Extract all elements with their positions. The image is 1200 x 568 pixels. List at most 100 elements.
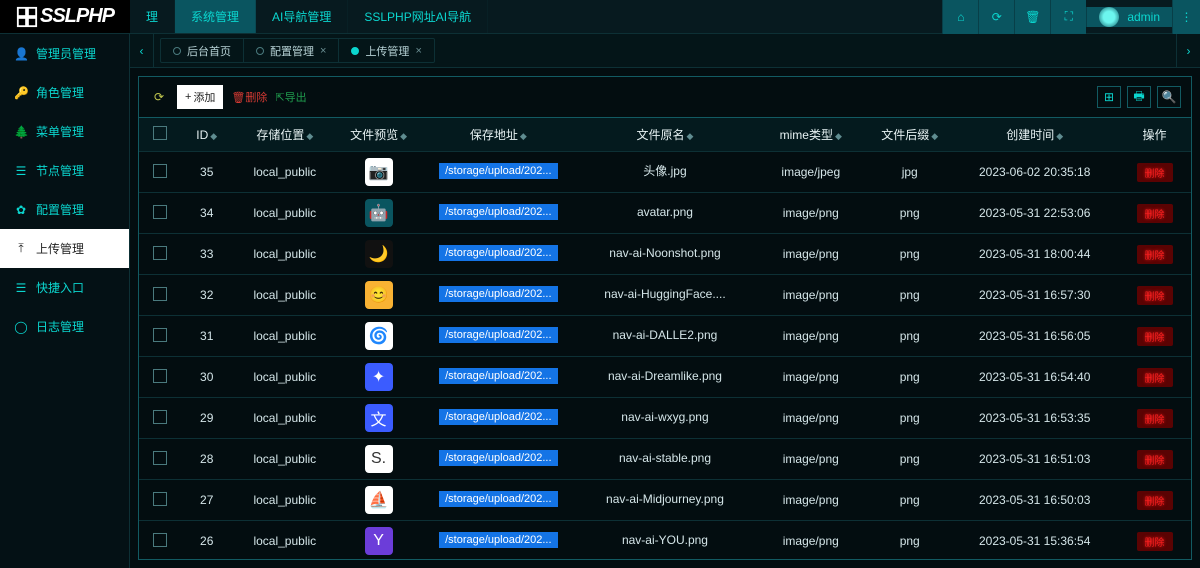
- row-delete-button[interactable]: 删除: [1137, 532, 1173, 551]
- cell-path[interactable]: /storage/upload/202...: [420, 521, 576, 560]
- user-avatar[interactable]: admin: [1086, 7, 1172, 27]
- logo[interactable]: SSLPHP: [0, 0, 130, 33]
- refresh-icon[interactable]: ⟳: [978, 0, 1014, 34]
- cell-filename: avatar.png: [576, 193, 753, 234]
- cell-location: local_public: [233, 398, 337, 439]
- table: ID◆ 存储位置◆ 文件预览◆ 保存地址◆ 文件原名◆ mime类型◆ 文件后缀…: [139, 117, 1191, 559]
- cell-ext: png: [868, 234, 951, 275]
- cell-ext: png: [868, 439, 951, 480]
- cell-path[interactable]: /storage/upload/202...: [420, 152, 576, 193]
- tab[interactable]: 后台首页: [161, 39, 244, 62]
- cell-path[interactable]: /storage/upload/202...: [420, 193, 576, 234]
- tab[interactable]: 上传管理×: [339, 39, 433, 62]
- cell-path[interactable]: /storage/upload/202...: [420, 398, 576, 439]
- top-nav-item[interactable]: SSLPHP网址AI导航: [348, 0, 488, 33]
- cell-preview[interactable]: 文: [337, 398, 420, 439]
- sidebar-item[interactable]: ☰节点管理: [0, 151, 129, 190]
- cell-preview[interactable]: ⛵: [337, 480, 420, 521]
- sidebar-item[interactable]: ☰快捷入口: [0, 268, 129, 307]
- col-path[interactable]: 保存地址◆: [420, 118, 576, 152]
- row-checkbox[interactable]: [153, 328, 167, 342]
- col-location[interactable]: 存储位置◆: [233, 118, 337, 152]
- col-created[interactable]: 创建时间◆: [951, 118, 1118, 152]
- row-delete-button[interactable]: 删除: [1137, 204, 1173, 223]
- close-icon[interactable]: ×: [415, 45, 421, 57]
- row-delete-button[interactable]: 删除: [1137, 245, 1173, 264]
- cell-preview[interactable]: ✦: [337, 357, 420, 398]
- row-delete-button[interactable]: 删除: [1137, 491, 1173, 510]
- cell-mime: image/jpeg: [754, 152, 869, 193]
- col-ext[interactable]: 文件后缀◆: [868, 118, 951, 152]
- cell-location: local_public: [233, 521, 337, 560]
- row-checkbox[interactable]: [153, 369, 167, 383]
- close-icon[interactable]: ×: [320, 45, 326, 57]
- sort-icon: ◆: [931, 131, 938, 141]
- top-nav-item[interactable]: AI导航管理: [256, 0, 348, 33]
- select-all-checkbox[interactable]: [153, 126, 167, 140]
- top-nav-item[interactable]: 系统管理: [175, 0, 256, 33]
- export-button[interactable]: ⇱导出: [275, 89, 306, 105]
- row-delete-button[interactable]: 删除: [1137, 409, 1173, 428]
- more-icon[interactable]: ⋮: [1172, 0, 1200, 34]
- row-delete-button[interactable]: 删除: [1137, 450, 1173, 469]
- top-nav-title[interactable]: 理: [130, 0, 175, 33]
- row-delete-button[interactable]: 删除: [1137, 327, 1173, 346]
- columns-icon[interactable]: ⊞: [1097, 86, 1121, 108]
- sort-icon: ◆: [835, 131, 842, 141]
- clear-icon[interactable]: 🗑: [1014, 0, 1050, 34]
- sidebar-item[interactable]: 🌲菜单管理: [0, 112, 129, 151]
- cell-id: 27: [181, 480, 233, 521]
- cell-preview[interactable]: 📷: [337, 152, 420, 193]
- row-checkbox[interactable]: [153, 410, 167, 424]
- cell-preview[interactable]: Y: [337, 521, 420, 560]
- print-icon[interactable]: 🖶: [1127, 86, 1151, 108]
- row-checkbox[interactable]: [153, 246, 167, 260]
- cell-path[interactable]: /storage/upload/202...: [420, 234, 576, 275]
- search-icon[interactable]: 🔍: [1157, 86, 1181, 108]
- tabs-prev-icon[interactable]: ‹: [130, 34, 154, 67]
- cell-preview[interactable]: 😊: [337, 275, 420, 316]
- toolbar-refresh-icon[interactable]: ⟳: [149, 87, 169, 107]
- col-preview[interactable]: 文件预览◆: [337, 118, 420, 152]
- row-checkbox[interactable]: [153, 287, 167, 301]
- row-delete-button[interactable]: 删除: [1137, 286, 1173, 305]
- cell-path[interactable]: /storage/upload/202...: [420, 357, 576, 398]
- batch-delete-button[interactable]: 🗑删除: [231, 89, 267, 105]
- row-checkbox[interactable]: [153, 164, 167, 178]
- col-mime[interactable]: mime类型◆: [754, 118, 869, 152]
- add-button[interactable]: + 添加: [177, 85, 223, 109]
- sidebar-item[interactable]: ⤒上传管理: [0, 229, 129, 268]
- row-checkbox[interactable]: [153, 533, 167, 547]
- tab-label: 配置管理: [270, 43, 314, 59]
- sort-icon: ◆: [1056, 131, 1063, 141]
- tab[interactable]: 配置管理 ×: [244, 39, 339, 62]
- cell-mime: image/png: [754, 398, 869, 439]
- cell-preview[interactable]: 🤖: [337, 193, 420, 234]
- row-checkbox[interactable]: [153, 451, 167, 465]
- row-delete-button[interactable]: 删除: [1137, 368, 1173, 387]
- row-checkbox[interactable]: [153, 205, 167, 219]
- panel: ⟳ + 添加 🗑删除 ⇱导出 ⊞ 🖶 🔍: [138, 76, 1192, 560]
- cell-preview[interactable]: 🌙: [337, 234, 420, 275]
- cell-preview[interactable]: 🌀: [337, 316, 420, 357]
- cell-preview[interactable]: S.: [337, 439, 420, 480]
- avatar-icon: [1099, 7, 1119, 27]
- home-icon[interactable]: ⌂: [942, 0, 978, 34]
- col-filename[interactable]: 文件原名◆: [576, 118, 753, 152]
- cell-id: 33: [181, 234, 233, 275]
- content: ‹ 后台首页配置管理×上传管理× › ⟳ + 添加 🗑删除 ⇱导出 ⊞: [130, 34, 1200, 568]
- cell-path[interactable]: /storage/upload/202...: [420, 480, 576, 521]
- cell-path[interactable]: /storage/upload/202...: [420, 439, 576, 480]
- row-delete-button[interactable]: 删除: [1137, 163, 1173, 182]
- sort-icon: ◆: [210, 131, 217, 141]
- tabs-next-icon[interactable]: ›: [1176, 34, 1200, 67]
- cell-path[interactable]: /storage/upload/202...: [420, 316, 576, 357]
- sidebar-item[interactable]: 🔑角色管理: [0, 73, 129, 112]
- row-checkbox[interactable]: [153, 492, 167, 506]
- sidebar-item[interactable]: ✿配置管理: [0, 190, 129, 229]
- fullscreen-icon[interactable]: ⛶: [1050, 0, 1086, 34]
- cell-path[interactable]: /storage/upload/202...: [420, 275, 576, 316]
- sidebar-item[interactable]: 👤管理员管理: [0, 34, 129, 73]
- col-id[interactable]: ID◆: [181, 118, 233, 152]
- sidebar-item[interactable]: ◯日志管理: [0, 307, 129, 346]
